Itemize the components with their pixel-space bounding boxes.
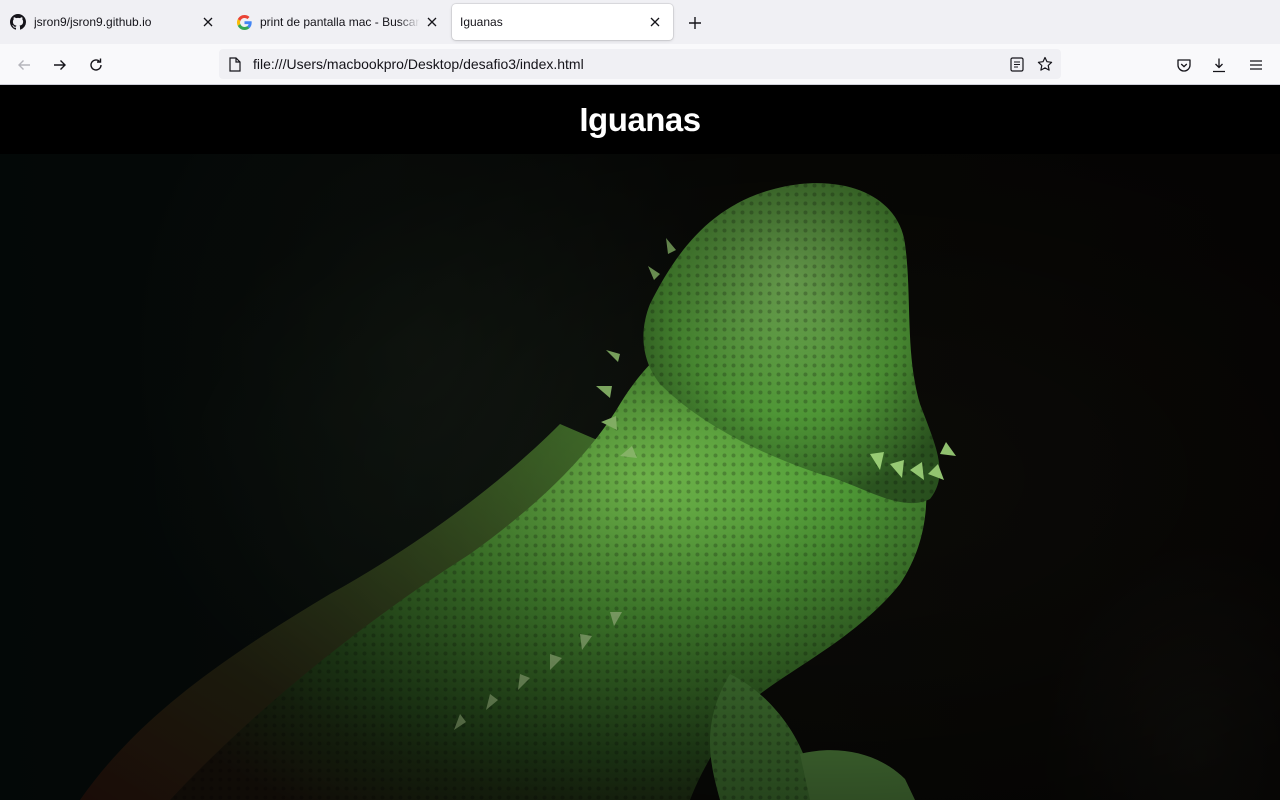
tab-github[interactable]: jsron9/jsron9.github.io <box>0 4 226 40</box>
forward-button[interactable] <box>46 51 74 79</box>
tab-google-search[interactable]: print de pantalla mac - Buscar con Googl… <box>226 4 450 40</box>
bookmark-star-button[interactable] <box>1031 50 1059 78</box>
close-tab-icon[interactable] <box>196 10 220 34</box>
page-title: Iguanas <box>579 100 701 138</box>
lizard-hero-image <box>0 154 1280 800</box>
back-arrow-icon <box>18 60 30 70</box>
lizard-illustration <box>0 154 1280 800</box>
tab-title-fade <box>398 4 420 40</box>
tab-title: jsron9/jsron9.github.io <box>34 15 152 29</box>
reload-button[interactable] <box>82 51 110 79</box>
url-text[interactable]: file:///Users/macbookpro/Desktop/desafio… <box>253 56 1003 72</box>
download-icon <box>1213 58 1225 73</box>
pocket-icon <box>1177 59 1191 72</box>
close-tab-icon[interactable] <box>643 10 667 34</box>
navigation-toolbar: file:///Users/macbookpro/Desktop/desafio… <box>0 44 1280 85</box>
page-icon <box>227 56 243 72</box>
downloads-button[interactable] <box>1205 51 1233 79</box>
reader-view-icon <box>1010 56 1024 72</box>
menu-button[interactable] <box>1242 51 1270 79</box>
url-bar[interactable]: file:///Users/macbookpro/Desktop/desafio… <box>219 49 1061 79</box>
github-icon <box>10 14 26 30</box>
hamburger-menu-icon <box>1250 60 1262 70</box>
reload-icon <box>90 58 102 71</box>
back-button[interactable] <box>10 51 38 79</box>
site-header: Iguanas <box>0 85 1280 154</box>
pocket-button[interactable] <box>1170 51 1198 79</box>
forward-arrow-icon <box>54 60 66 70</box>
new-tab-button[interactable] <box>682 10 708 36</box>
web-page: Iguanas <box>0 85 1280 800</box>
tab-strip: jsron9/jsron9.github.io print de pantall… <box>0 0 1280 44</box>
tab-title: print de pantalla mac - Buscar con Googl… <box>260 15 420 29</box>
tab-iguanas[interactable]: Iguanas <box>452 4 673 40</box>
reader-view-button[interactable] <box>1003 50 1031 78</box>
close-tab-icon[interactable] <box>420 10 444 34</box>
tab-title: Iguanas <box>460 15 503 29</box>
star-icon <box>1037 56 1053 71</box>
google-icon <box>236 14 252 30</box>
plus-icon <box>689 17 701 29</box>
